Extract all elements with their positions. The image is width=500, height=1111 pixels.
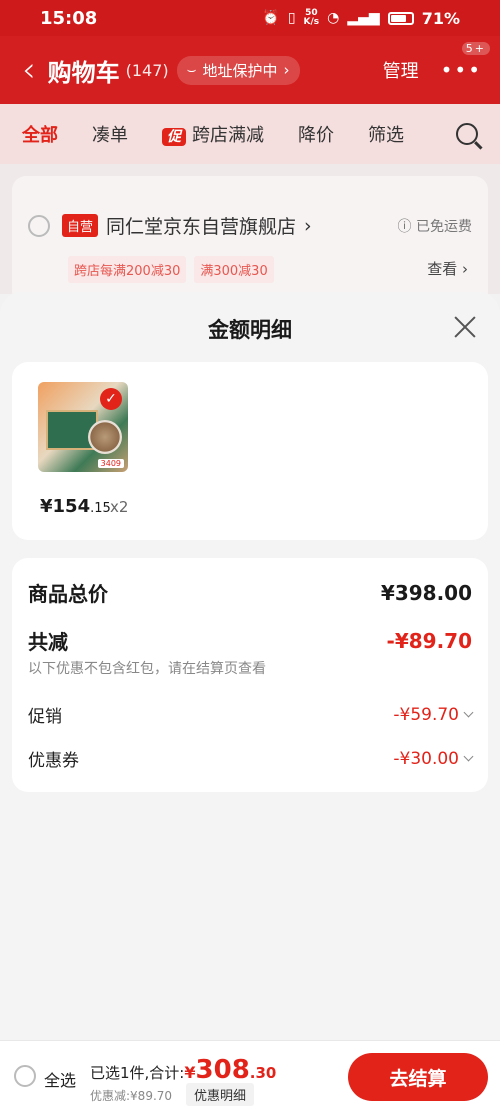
chevron-down-icon — [463, 707, 474, 718]
coupon-row[interactable]: 优惠券 -¥30.00 — [28, 746, 474, 771]
battery-icon — [387, 11, 414, 25]
price-summary-card: 商品总价 ¥398.00 共减 -¥89.70 以下优惠不包含红包，请在结算页查… — [12, 558, 488, 792]
shop-coupons: 跨店每满200减30 满300减30 — [68, 256, 274, 283]
view-coupons-link[interactable]: 查看 › — [427, 258, 468, 279]
total-reduce-row: 共减 -¥89.70 — [28, 626, 472, 655]
status-bar: 15:08 ⏰ ▯ 50 K/s ◔ ▂▄▆ 71% — [0, 0, 500, 36]
total-price-label: 商品总价 — [28, 582, 108, 606]
promo-label: 促销 — [28, 707, 62, 727]
select-all-radio[interactable] — [14, 1065, 36, 1087]
eye-closed-icon: ⌣ — [186, 61, 197, 79]
product-price: ¥154.15 — [40, 496, 111, 517]
filter-tabs: 全部 凑单 促跨店满减 降价 筛选 — [0, 104, 500, 164]
discount-note: 以下优惠不包含红包，请在结算页查看 — [28, 661, 266, 677]
tab-bundle[interactable]: 凑单 — [92, 121, 128, 147]
back-icon[interactable]: ‹ — [22, 53, 36, 87]
image-price-tag: 3409 — [97, 459, 124, 468]
alarm-icon: ⏰ — [262, 10, 280, 26]
shop-select-radio[interactable] — [28, 214, 50, 237]
tab-filter[interactable]: 筛选 — [368, 121, 404, 147]
more-menu-icon[interactable]: ••• 5+ — [441, 42, 490, 82]
tab-all[interactable]: 全部 — [22, 121, 58, 147]
promo-value[interactable]: -¥59.70 — [393, 705, 474, 725]
chevron-down-icon — [463, 751, 474, 762]
search-icon[interactable] — [456, 123, 478, 145]
coupon-label: 优惠券 — [28, 751, 79, 771]
close-icon[interactable] — [452, 314, 478, 340]
promo-tag: 促 — [162, 128, 186, 146]
tab-cross-store[interactable]: 促跨店满减 — [162, 121, 264, 147]
free-shipping-label: ⓘ 已免运费 — [397, 219, 472, 235]
coupon-chip[interactable]: 跨店每满200减30 — [68, 256, 187, 283]
self-operated-tag: 自营 — [62, 214, 99, 237]
discount-total: 优惠减:¥89.70 — [90, 1089, 173, 1103]
total-summary: 已选1件,合计: ¥ 308 .30 — [90, 1055, 276, 1085]
network-speed: 50 K/s — [303, 8, 320, 27]
shop-card: 自营 同仁堂京东自营旗舰店 › ⓘ 已免运费 跨店每满200减30 满300减3… — [12, 176, 488, 306]
select-all-label[interactable]: 全选 — [44, 1067, 76, 1091]
tab-price-drop[interactable]: 降价 — [298, 121, 334, 147]
cart-count: (147) — [125, 60, 169, 80]
checkout-bar: 全选 已选1件,合计: ¥ 308 .30 优惠减:¥89.70 优惠明细 去结… — [0, 1040, 500, 1111]
chevron-right-icon: › — [283, 61, 290, 79]
wifi-icon: ◔ — [327, 10, 340, 26]
sheet-title: 金额明细 — [208, 318, 292, 342]
total-reduce-value: -¥89.70 — [386, 628, 472, 653]
cart-header: ‹ 购物车 (147) ⌣ 地址保护中 › 管理 ••• 5+ — [0, 36, 500, 104]
product-quantity: x2 — [110, 498, 129, 516]
shop-name[interactable]: 同仁堂京东自营旗舰店 — [106, 212, 296, 239]
status-time: 15:08 — [40, 7, 98, 29]
manage-button[interactable]: 管理 — [383, 57, 419, 83]
signal-icon: ▂▄▆ — [347, 10, 380, 26]
cart-list-area: 自营 同仁堂京东自营旗舰店 › ⓘ 已免运费 跨店每满200减30 满300减3… — [0, 164, 500, 306]
product-card: ✓ 3409 ¥154.15 x2 — [12, 362, 488, 540]
selected-total-label: 已选1件,合计: — [90, 1064, 185, 1082]
address-protect-chip[interactable]: ⌣ 地址保护中 › — [176, 55, 300, 85]
total-currency: ¥ — [184, 1063, 196, 1082]
product-bowl-graphic — [88, 420, 122, 454]
chevron-right-icon: › — [304, 214, 312, 237]
coupon-value[interactable]: -¥30.00 — [393, 749, 474, 769]
checkmark-icon: ✓ — [100, 388, 122, 410]
address-protect-label: 地址保护中 — [202, 61, 278, 80]
promo-row[interactable]: 促销 -¥59.70 — [28, 702, 474, 727]
status-icons: ⏰ ▯ 50 K/s ◔ ▂▄▆ 71% — [262, 9, 460, 28]
vibrate-icon: ▯ — [287, 10, 296, 26]
total-amount-integer: 308 — [195, 1055, 250, 1085]
coupon-chip[interactable]: 满300减30 — [194, 256, 274, 283]
discount-detail-button[interactable]: 优惠明细 — [186, 1083, 255, 1106]
total-price-value: ¥398.00 — [380, 580, 472, 605]
total-amount-decimal: .30 — [249, 1064, 277, 1082]
checkout-button[interactable]: 去结算 — [348, 1053, 488, 1101]
total-price-row: 商品总价 ¥398.00 — [28, 578, 472, 607]
amount-detail-sheet: 金额明细 ✓ 3409 ¥154.15 x2 商品总价 ¥398.00 共减 -… — [0, 292, 500, 1040]
battery-percent: 71% — [421, 8, 460, 28]
shop-header[interactable]: 自营 同仁堂京东自营旗舰店 › — [28, 212, 312, 239]
product-image[interactable]: ✓ 3409 — [38, 382, 128, 472]
message-badge: 5+ — [461, 42, 490, 55]
total-reduce-label: 共减 — [28, 630, 68, 654]
page-title: 购物车 — [47, 58, 120, 87]
